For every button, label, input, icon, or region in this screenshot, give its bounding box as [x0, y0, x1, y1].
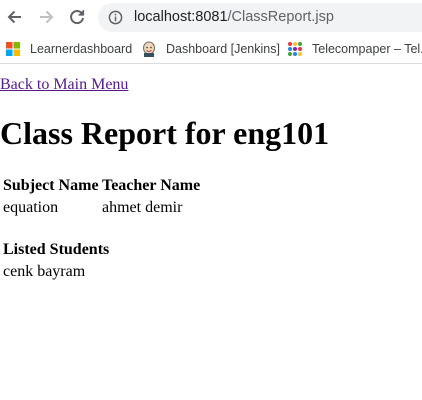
bookmark-learnerdashboard[interactable]: Learnerdashboard — [5, 40, 132, 58]
back-icon[interactable] — [2, 5, 26, 29]
url-host: localhost:8081 — [134, 9, 228, 25]
student-item: cenk bayram — [3, 263, 86, 280]
browser-toolbar: localhost:8081/ClassReport.jsp — [0, 0, 422, 34]
microsoft-icon — [5, 41, 21, 57]
cell-subject: equation — [3, 199, 59, 216]
address-bar[interactable]: localhost:8081/ClassReport.jsp — [98, 3, 422, 32]
url-path: /ClassReport.jsp — [227, 9, 334, 25]
url-text[interactable]: localhost:8081/ClassReport.jsp — [134, 9, 334, 25]
cell-teacher: ahmet demir — [102, 199, 183, 216]
forward-icon[interactable] — [35, 5, 59, 29]
bookmarks-bar: Learnerdashboard Dashboard [Jenkins] Tel… — [0, 34, 422, 64]
listed-students-heading: Listed Students — [3, 241, 110, 258]
bookmark-label: Dashboard [Jenkins] — [166, 42, 280, 56]
bookmark-telecompaper[interactable]: Telecompaper – Tel... — [287, 40, 422, 58]
page-title: Class Report for eng101 — [0, 115, 330, 151]
jenkins-icon — [141, 41, 157, 57]
bookmark-jenkins[interactable]: Dashboard [Jenkins] — [141, 40, 280, 58]
reload-icon[interactable] — [65, 5, 89, 29]
telecompaper-icon — [287, 41, 303, 57]
bookmark-label: Learnerdashboard — [30, 42, 133, 56]
bookmark-label: Telecompaper – Tel... — [312, 42, 422, 56]
header-teacher-name: Teacher Name — [102, 177, 201, 194]
info-icon[interactable] — [108, 10, 123, 30]
header-subject-name: Subject Name — [3, 177, 99, 194]
back-to-main-menu-link[interactable]: Back to Main Menu — [0, 76, 128, 94]
